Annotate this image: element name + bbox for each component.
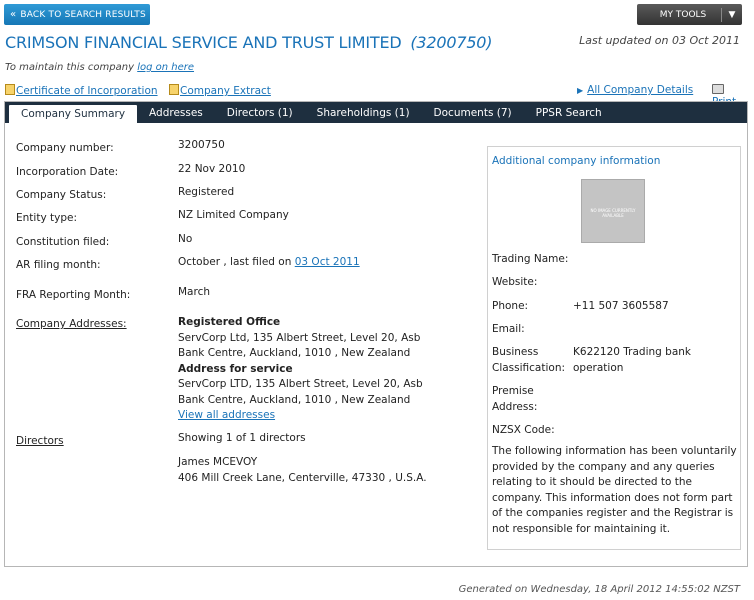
constitution-filed-label: Constitution filed:	[16, 236, 110, 248]
last-updated: Last updated on 03 Oct 2011	[579, 34, 740, 47]
classification-value-line2: operation	[573, 361, 624, 374]
company-name: CRIMSON FINANCIAL SERVICE AND TRUST LIMI…	[5, 33, 402, 52]
premise-label-line2: Address:	[492, 400, 538, 413]
certificate-of-incorporation-link[interactable]: Certificate of Incorporation	[16, 85, 158, 97]
nzsx-code-label: NZSX Code:	[492, 424, 555, 436]
entity-type-label: Entity type:	[16, 212, 77, 224]
no-image-placeholder: NO IMAGE CURRENTLY AVAILABLE	[581, 179, 645, 243]
document-links-bar: Certificate of Incorporation Company Ext…	[5, 84, 750, 108]
company-addresses-block: Registered Office ServCorp Ltd, 135 Albe…	[178, 315, 423, 424]
log-on-link[interactable]: log on here	[137, 62, 194, 73]
tab-directors[interactable]: Directors (1)	[215, 102, 305, 123]
arrow-right-icon: ▶	[577, 86, 584, 95]
directors-link[interactable]: Directors	[16, 435, 64, 447]
constitution-filed-value: No	[178, 233, 193, 245]
service-address-line1: ServCorp LTD, 135 Albert Street, Level 2…	[178, 378, 423, 390]
additional-info-box: Additional company information NO IMAGE …	[487, 146, 741, 550]
ar-last-filed-link[interactable]: 03 Oct 2011	[295, 256, 360, 268]
phone-label: Phone:	[492, 300, 529, 312]
company-number-value: 3200750	[178, 139, 225, 151]
view-all-addresses-link[interactable]: View all addresses	[178, 409, 275, 421]
tab-shareholdings[interactable]: Shareholdings (1)	[305, 102, 422, 123]
all-company-details-link[interactable]: All Company Details	[587, 84, 693, 96]
my-tools-button[interactable]: MY TOOLS ▼	[637, 4, 742, 25]
printer-icon	[712, 84, 724, 94]
maintain-prefix: To maintain this company	[5, 62, 135, 73]
page-title: CRIMSON FINANCIAL SERVICE AND TRUST LIMI…	[5, 33, 493, 52]
document-icon	[5, 84, 15, 95]
registered-office-title: Registered Office	[178, 316, 281, 328]
extract-link-wrap[interactable]: Company Extract	[169, 84, 271, 97]
certificate-link-wrap[interactable]: Certificate of Incorporation	[5, 84, 158, 97]
back-to-search-label: BACK TO SEARCH RESULTS	[20, 9, 146, 20]
all-details-link-wrap[interactable]: ▶ All Company Details	[577, 84, 693, 96]
company-status-value: Registered	[178, 186, 235, 198]
double-chevron-left-icon: «	[10, 9, 17, 20]
tab-ppsr-search[interactable]: PPSR Search	[524, 102, 614, 123]
director-address: 406 Mill Creek Lane, Centerville, 47330 …	[178, 471, 427, 484]
tab-addresses[interactable]: Addresses	[137, 102, 215, 123]
generated-timestamp: Generated on Wednesday, 18 April 2012 14…	[458, 584, 740, 595]
document-icon	[169, 84, 179, 95]
fra-reporting-month-label: FRA Reporting Month:	[16, 289, 131, 301]
director-entry: James MCEVOY 406 Mill Creek Lane, Center…	[178, 455, 427, 486]
website-label: Website:	[492, 276, 538, 288]
premise-label-line1: Premise	[492, 385, 534, 397]
company-extract-link[interactable]: Company Extract	[180, 85, 271, 97]
chevron-down-icon[interactable]: ▼	[722, 10, 742, 20]
company-addresses-link[interactable]: Company Addresses:	[16, 318, 127, 330]
company-number-heading: (3200750)	[410, 33, 493, 52]
email-label: Email:	[492, 323, 525, 335]
registered-office-line1: ServCorp Ltd, 135 Albert Street, Level 2…	[178, 331, 421, 344]
fra-reporting-month-value: March	[178, 286, 211, 298]
trading-name-label: Trading Name:	[492, 253, 569, 265]
business-classification-value: K622120 Trading bank operation	[573, 345, 691, 376]
incorporation-date-value: 22 Nov 2010	[178, 163, 246, 175]
ar-filing-text: October , last filed on	[178, 256, 292, 268]
additional-info-title: Additional company information	[492, 155, 661, 167]
ar-filing-month-value: October , last filed on 03 Oct 2011	[178, 255, 360, 271]
tab-bar: Company Summary Addresses Directors (1) …	[5, 102, 747, 123]
back-to-search-button[interactable]: « BACK TO SEARCH RESULTS	[4, 4, 150, 25]
phone-value: +11 507 3605587	[573, 300, 669, 312]
entity-type-value: NZ Limited Company	[178, 209, 289, 221]
classification-label-line1: Business	[492, 346, 539, 358]
classification-value-line1: K622120 Trading bank	[573, 346, 692, 358]
company-status-label: Company Status:	[16, 189, 107, 201]
address-for-service-title: Address for service	[178, 362, 293, 375]
voluntary-info-note: The following information has been volun…	[492, 445, 737, 535]
company-number-label: Company number:	[16, 142, 114, 154]
business-classification-label: Business Classification:	[492, 345, 565, 376]
tab-company-summary[interactable]: Company Summary	[9, 105, 138, 123]
directors-showing: Showing 1 of 1 directors	[178, 432, 306, 444]
service-address-line2: Bank Centre, Auckland, 1010 , New Zealan…	[178, 393, 411, 406]
premise-address-label: Premise Address:	[492, 384, 537, 415]
ar-filing-month-label: AR filing month:	[16, 259, 101, 271]
director-name: James MCEVOY	[178, 456, 258, 468]
registered-office-line2: Bank Centre, Auckland, 1010 , New Zealan…	[178, 347, 411, 359]
maintain-text: To maintain this company log on here	[5, 62, 194, 73]
company-summary-panel: Company Summary Addresses Directors (1) …	[4, 101, 748, 567]
tab-documents[interactable]: Documents (7)	[422, 102, 524, 123]
incorporation-date-label: Incorporation Date:	[16, 166, 119, 178]
classification-label-line2: Classification:	[492, 361, 566, 374]
my-tools-label: MY TOOLS	[659, 9, 707, 20]
